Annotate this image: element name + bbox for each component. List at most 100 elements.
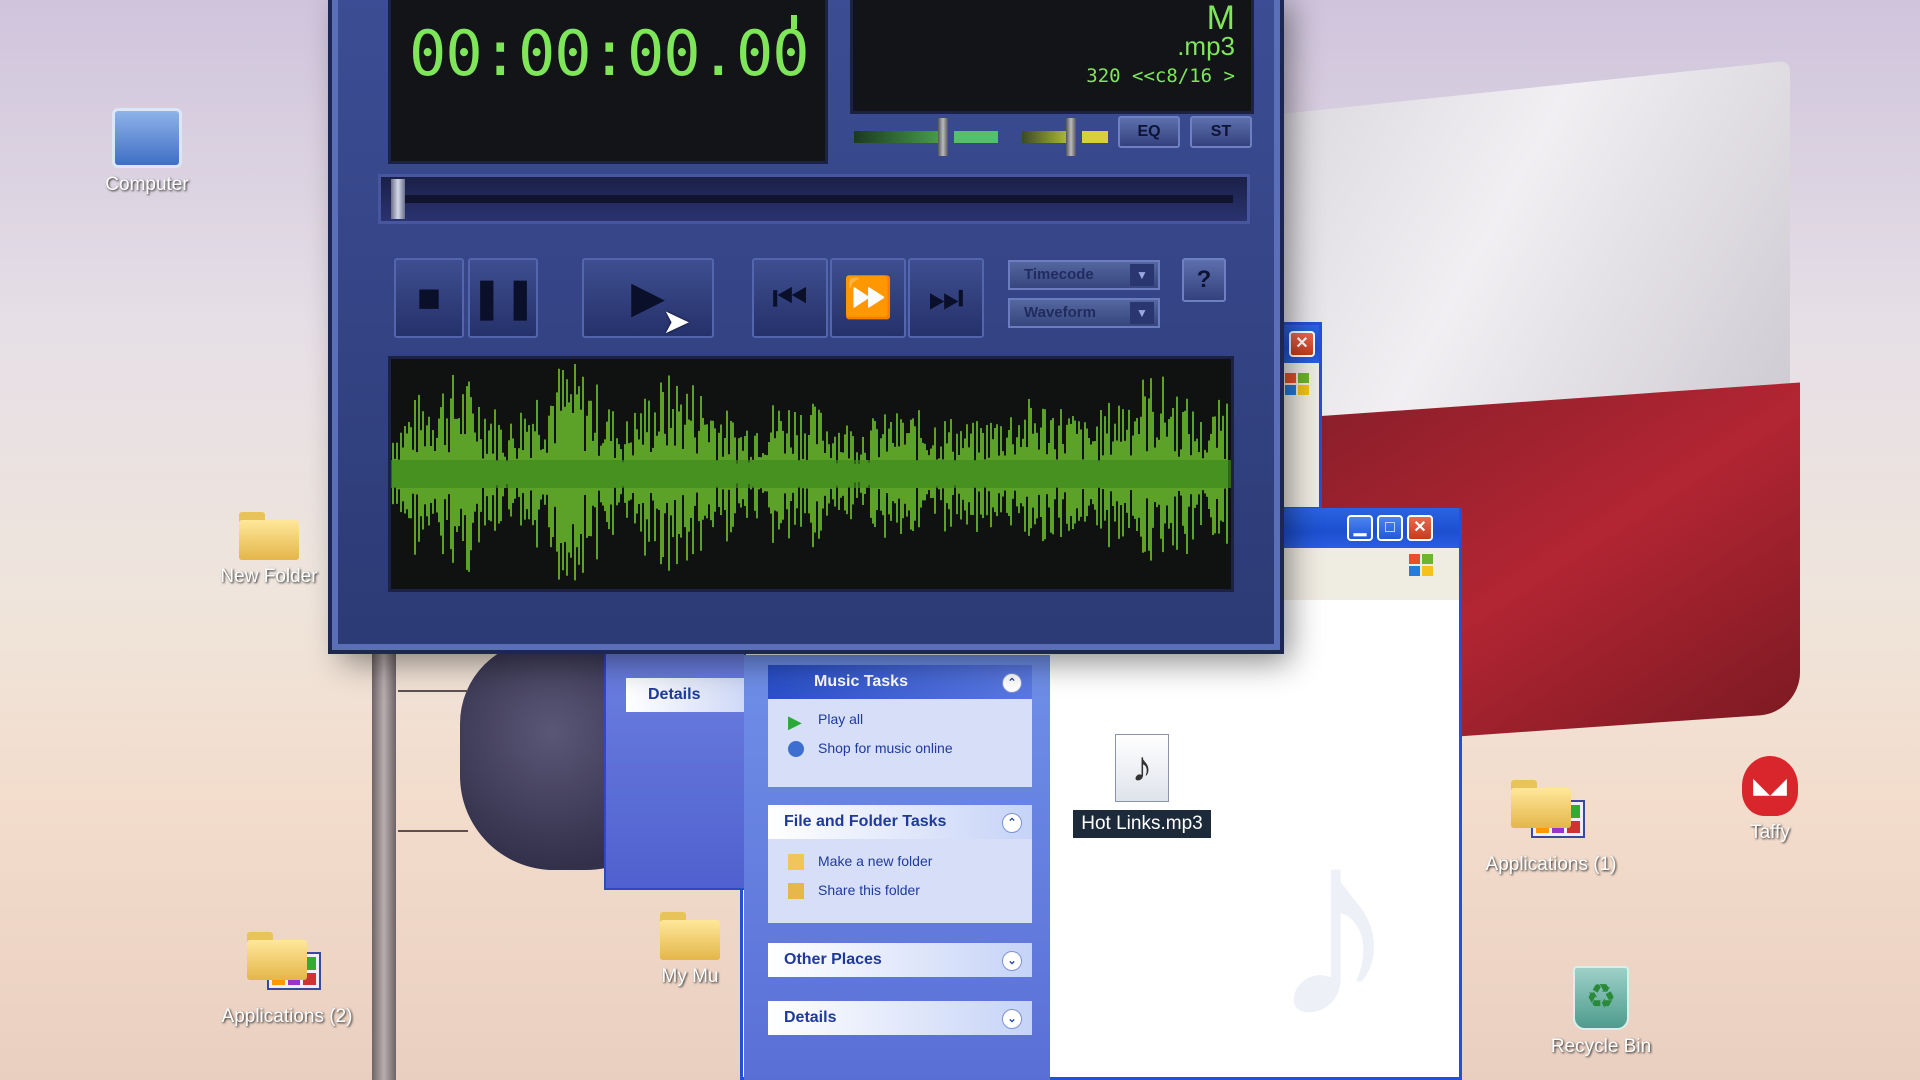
expand-icon[interactable]: ⌄ <box>1002 1009 1022 1029</box>
left-side-panel: Details <box>604 650 746 890</box>
desktop-icon-label: New Folder <box>220 566 318 587</box>
desktop-icon-label: Taffy <box>1750 822 1790 843</box>
make-new-folder-label: Make a new folder <box>818 853 933 869</box>
balance-level <box>1082 131 1108 143</box>
collapse-icon[interactable]: ⌃ <box>1002 813 1022 833</box>
shop-music-online-link[interactable]: Shop for music online <box>768 734 1032 763</box>
shop-music-label: Shop for music online <box>818 740 953 756</box>
media-player-window[interactable]: 00:00:00.00 M .mp3 320 <<c8/16 > EQ ST ■… <box>332 0 1280 650</box>
desktop-icon-my-music[interactable]: My Mu <box>640 912 740 988</box>
details-title: Details <box>784 1009 837 1026</box>
waveform-graphic <box>391 364 1231 581</box>
desktop-icon-applications-1[interactable]: Applications (1) <box>1476 780 1626 876</box>
help-button[interactable]: ? <box>1182 258 1226 302</box>
close-button[interactable]: ✕ <box>1407 515 1433 541</box>
st-button[interactable]: ST <box>1190 116 1252 148</box>
music-note-watermark-icon: ♪ <box>1269 782 1399 1072</box>
waveform-display <box>388 356 1234 592</box>
play-button[interactable]: ▶ <box>582 258 714 338</box>
share-folder-link[interactable]: Share this folder <box>768 876 1032 905</box>
new-folder-icon <box>788 854 804 870</box>
music-tasks-title: Music Tasks <box>814 673 908 690</box>
waveform-core <box>391 460 1231 488</box>
seek-track <box>395 195 1233 203</box>
taffy-icon: ◣◢ <box>1742 756 1798 816</box>
close-button[interactable]: ✕ <box>1289 331 1315 357</box>
pause-button[interactable]: ❚❚ <box>468 258 538 338</box>
wallpaper-rope <box>398 830 468 832</box>
desktop-icon-recycle-bin[interactable]: ♻ Recycle Bin <box>1526 966 1676 1058</box>
wallpaper-flagpole <box>372 640 396 1080</box>
file-item-hot-links[interactable]: ♪ Hot Links.mp3 <box>1066 734 1218 838</box>
desktop-icon-computer[interactable]: Computer <box>72 108 222 196</box>
other-places-title: Other Places <box>784 951 882 968</box>
other-places-header[interactable]: Other Places ⌄ <box>768 943 1032 977</box>
make-new-folder-link[interactable]: Make a new folder <box>768 847 1032 876</box>
computer-icon <box>112 108 182 168</box>
eq-button[interactable]: EQ <box>1118 116 1180 148</box>
file-folder-tasks-header[interactable]: File and Folder Tasks ⌃ <box>768 805 1032 839</box>
stop-icon: ■ <box>416 276 442 320</box>
details-tab[interactable]: Details <box>626 678 744 712</box>
other-places-panel: Other Places ⌄ <box>768 943 1032 977</box>
windows-logo-icon <box>1409 554 1433 576</box>
play-icon: ▶ <box>788 712 802 732</box>
volume-track <box>854 131 944 143</box>
globe-icon <box>788 741 804 757</box>
desktop-icon-label: Recycle Bin <box>1550 1036 1652 1057</box>
skip-back-icon: ⏮ <box>772 276 808 320</box>
share-folder-icon <box>788 883 804 899</box>
balance-slider[interactable] <box>1066 118 1076 156</box>
desktop-icon-new-folder[interactable]: New Folder <box>194 512 344 588</box>
explorer-task-pane: Music Tasks ⌃ ▶ Play all Shop for music … <box>744 655 1050 1080</box>
details-panel: Details ⌄ <box>768 1001 1032 1035</box>
music-tasks-header[interactable]: Music Tasks ⌃ <box>768 665 1032 699</box>
folder-icon <box>239 512 299 560</box>
volume-level <box>954 131 998 143</box>
view-dropdown[interactable]: Waveform ▼ <box>1008 298 1160 328</box>
folder-icon <box>660 912 720 960</box>
desktop-icon-applications-2[interactable]: Applications (2) <box>212 932 362 1028</box>
fast-forward-button[interactable]: ⏩ <box>830 258 906 338</box>
balance-track <box>1022 131 1072 143</box>
minimize-button[interactable]: ▁ <box>1347 515 1373 541</box>
file-folder-tasks-title: File and Folder Tasks <box>784 813 947 830</box>
seek-bar[interactable] <box>378 174 1250 224</box>
collapse-icon[interactable]: ⌃ <box>1002 673 1022 693</box>
recycle-bin-icon: ♻ <box>1573 966 1629 1030</box>
chevron-down-icon: ▼ <box>1130 302 1154 324</box>
bitrate-readout: 320 <<c8/16 > <box>1086 65 1235 87</box>
info-display: M .mp3 320 <<c8/16 > <box>850 0 1254 114</box>
timecode-dropdown[interactable]: Timecode ▼ <box>1008 260 1160 290</box>
file-folder-tasks-panel: File and Folder Tasks ⌃ Make a new folde… <box>768 805 1032 923</box>
fast-forward-icon: ⏩ <box>843 276 893 320</box>
pause-icon: ❚❚ <box>470 276 538 320</box>
maximize-button[interactable]: □ <box>1377 515 1403 541</box>
desktop-icon-label: Applications (1) <box>1485 854 1617 875</box>
audio-file-icon: ♪ <box>1115 734 1169 802</box>
desktop-icon-label: Computer <box>105 174 189 195</box>
music-tasks-panel: Music Tasks ⌃ ▶ Play all Shop for music … <box>768 665 1032 787</box>
mouse-pointer-icon: ➤ <box>662 303 691 341</box>
next-button[interactable]: ⏭ <box>908 258 984 338</box>
play-icon: ▶ <box>631 273 665 322</box>
chevron-down-icon: ▼ <box>1130 264 1154 286</box>
volume-slider[interactable] <box>938 118 948 156</box>
time-display: 00:00:00.00 <box>388 0 828 164</box>
file-extension: .mp3 <box>1177 31 1235 61</box>
desktop-icon-label: My Mu <box>661 966 719 987</box>
applications-folder-icon <box>247 932 327 1000</box>
play-all-label: Play all <box>818 711 864 727</box>
wallpaper-rope <box>398 690 468 692</box>
details-header[interactable]: Details ⌄ <box>768 1001 1032 1035</box>
seek-thumb[interactable] <box>391 179 405 219</box>
windows-logo-icon <box>1285 373 1309 395</box>
timecode-readout: 00:00:00.00 <box>409 17 810 90</box>
expand-icon[interactable]: ⌄ <box>1002 951 1022 971</box>
stop-button[interactable]: ■ <box>394 258 464 338</box>
previous-button[interactable]: ⏮ <box>752 258 828 338</box>
desktop-icon-taffy[interactable]: ◣◢ Taffy <box>1700 756 1840 844</box>
play-all-link[interactable]: ▶ Play all <box>768 705 1032 734</box>
share-folder-label: Share this folder <box>818 882 920 898</box>
file-name: Hot Links.mp3 <box>1073 810 1211 838</box>
